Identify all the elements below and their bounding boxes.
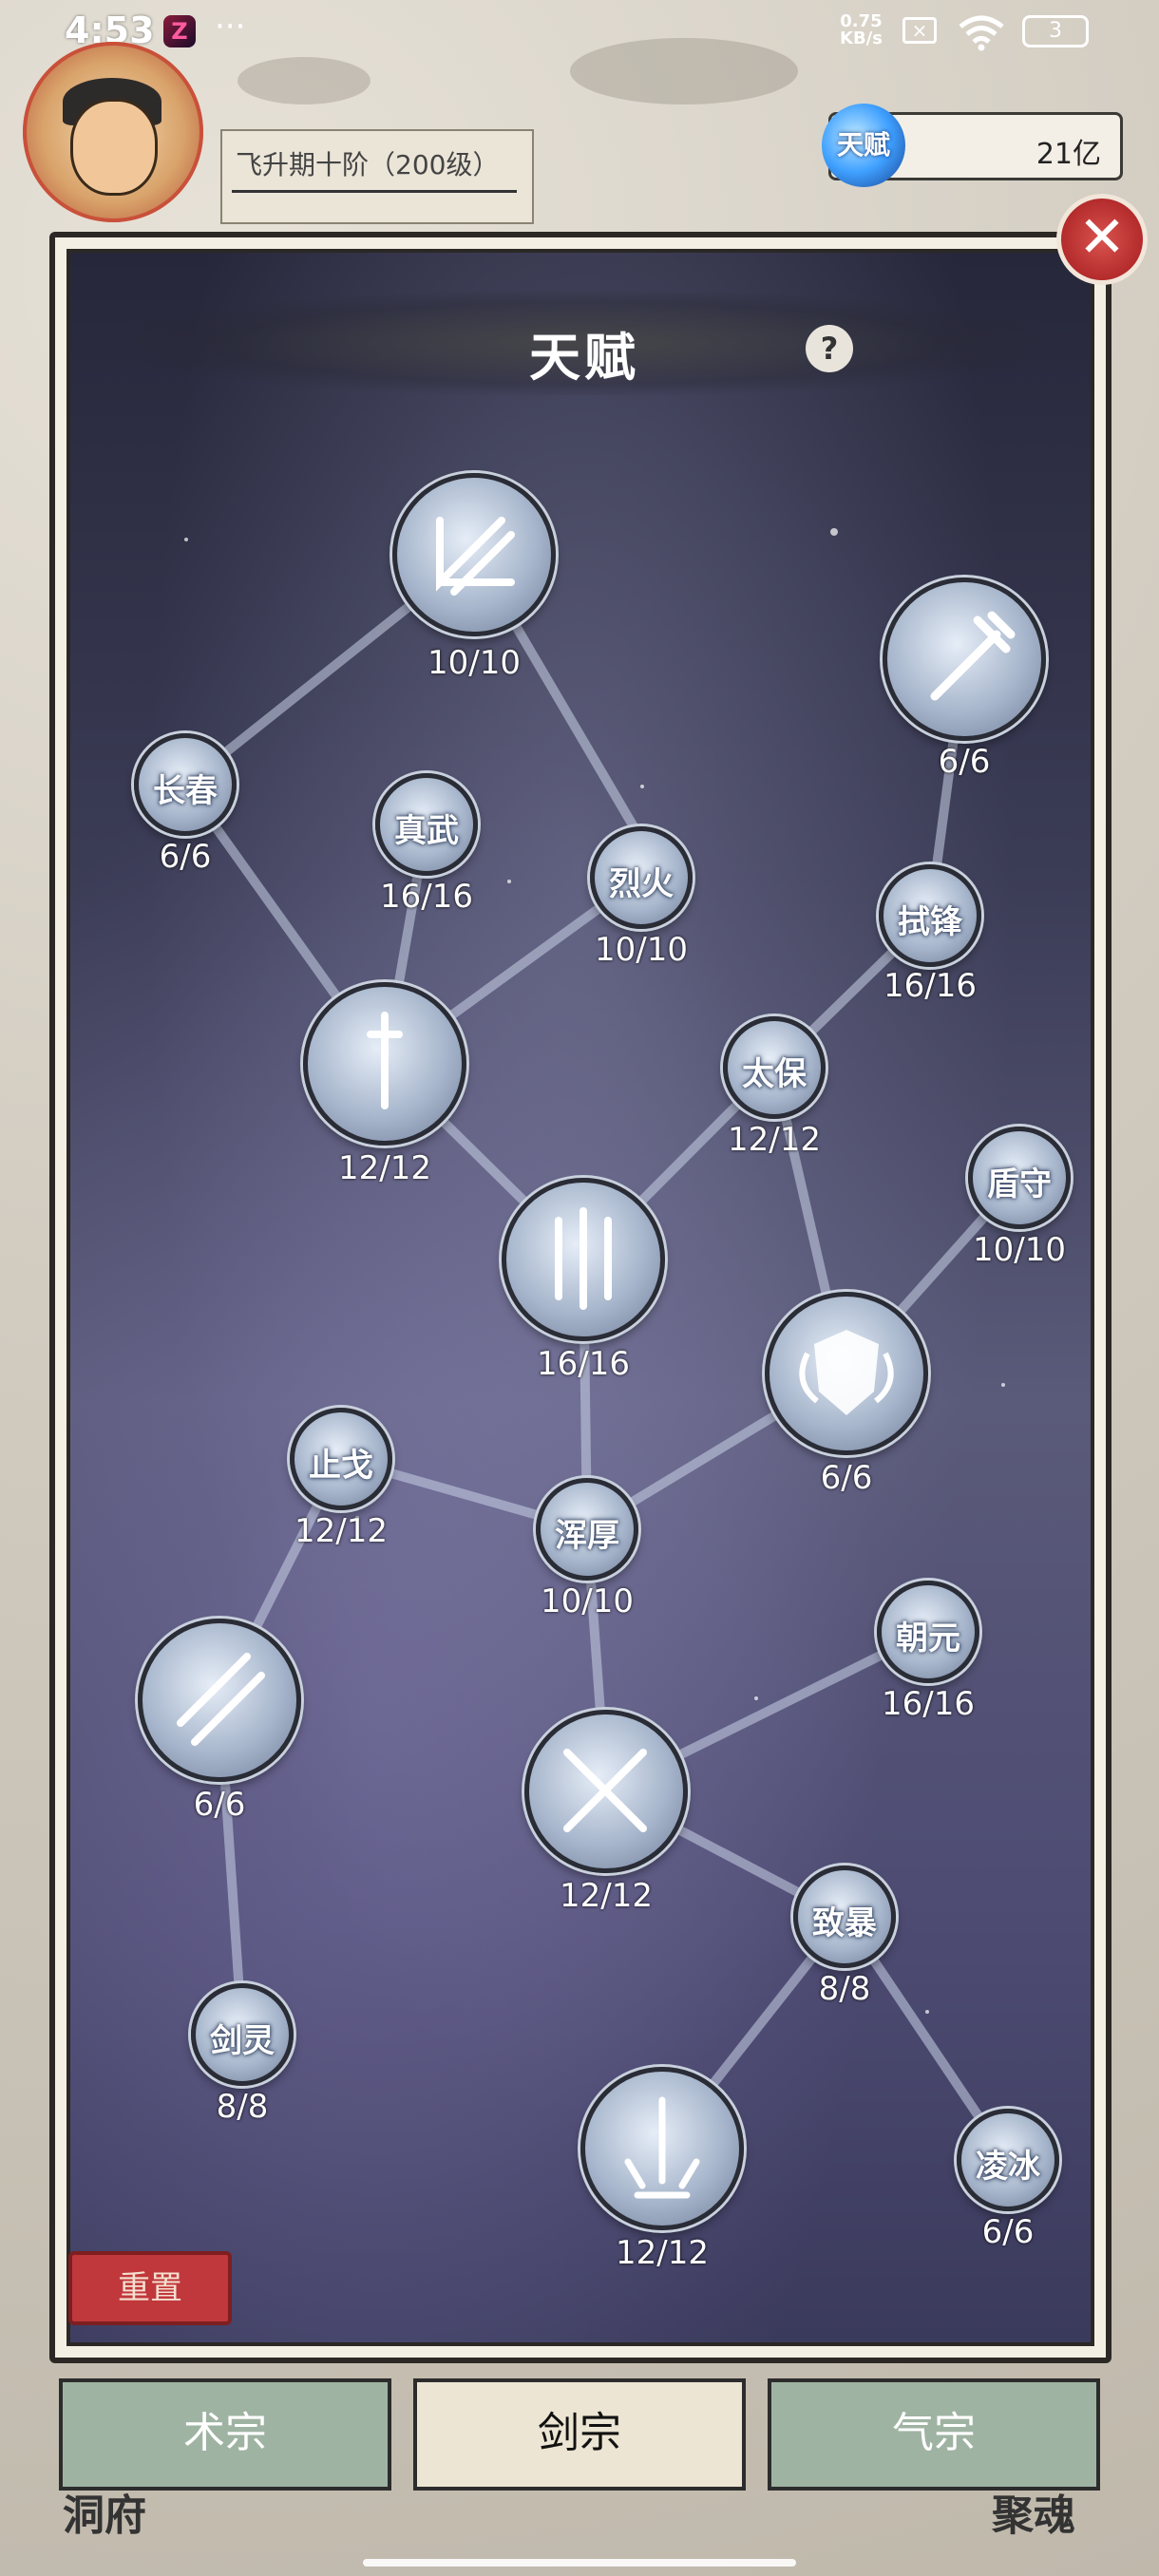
wifi-icon [959,15,1004,51]
tab-shuzong[interactable]: 术宗 [59,2378,391,2491]
rank-plate: 飞升期十阶（200级） [220,129,534,224]
talent-node-label: 致暴 [812,1904,877,1942]
talent-count: 16/16 [882,1685,975,1723]
talent-node-label: 长春 [153,772,218,810]
talent-node-changchun[interactable]: 长春 [134,733,237,836]
talent-node-lingbing[interactable]: 凌冰 [957,2109,1059,2211]
talent-count: 12/12 [728,1121,821,1159]
talent-count: 6/6 [820,1459,873,1497]
talent-count: 10/10 [973,1231,1066,1269]
single-sword-icon [367,1012,403,1109]
talent-count: 16/16 [884,967,977,1005]
talent-panel-starfield: 天赋 ? 10/10 6/6 长春 6/6 真武 16/16 烈火 10/10 … [66,249,1094,2346]
talent-node-zhibao[interactable]: 致暴 [793,1866,896,1968]
battery-indicator: 3 [1022,15,1089,47]
talent-count: 10/10 [541,1582,634,1620]
talent-node-crossed-swords[interactable] [524,1710,688,1873]
talent-node-twin-swords[interactable] [138,1619,301,1782]
talent-node-jianling[interactable]: 剑灵 [191,1983,294,2086]
talent-count: 6/6 [193,1786,246,1824]
talent-node-label: 烈火 [609,865,674,903]
talent-node-triple-swords[interactable] [502,1178,665,1341]
talent-count: 6/6 [981,2213,1035,2251]
talent-node-label: 止戈 [309,1447,373,1485]
talent-count: 12/12 [294,1512,388,1550]
twin-swords-icon [177,1653,265,1746]
talent-node-taibao[interactable]: 太保 [723,1016,826,1119]
talent-node-sword-burst[interactable] [580,2067,744,2230]
talent-node-label: 浑厚 [555,1517,619,1555]
spear-icon [930,611,1016,701]
crossed-swords-icon [563,1749,647,1832]
talent-count: 12/12 [338,1149,431,1187]
sect-tabbar: 洞府 聚魂 术宗 剑宗 气宗 [0,2350,1159,2576]
talent-node-top[interactable] [392,473,556,636]
talent-node-zhenwu[interactable]: 真武 [375,773,478,876]
talent-count: 6/6 [938,743,991,781]
talent-count: 16/16 [380,878,473,916]
talent-node-label: 太保 [742,1055,807,1093]
talent-node-dunshou[interactable]: 盾守 [968,1127,1071,1229]
talent-count: 12/12 [560,1877,653,1915]
slash-swords-icon [436,517,515,596]
talent-node-label: 凌冰 [976,2148,1040,2186]
talent-count: 16/16 [537,1345,630,1383]
sword-burst-icon [624,2096,700,2199]
close-button[interactable]: ✕ [1056,194,1148,285]
talent-node-sword[interactable] [303,982,466,1146]
player-avatar[interactable] [23,42,203,222]
tab-qizong[interactable]: 气宗 [768,2378,1100,2491]
talent-count: 12/12 [616,2234,709,2272]
reset-button[interactable]: 重置 [68,2251,232,2325]
status-bar: 4:53 Z ··· 0.75 KB/s × 3 [0,0,1159,63]
talent-node-weapon[interactable] [883,578,1046,741]
avatar-face [70,99,158,196]
talent-node-label: 真武 [394,812,459,850]
talent-node-label: 剑灵 [210,2022,275,2060]
talent-node-label: 朝元 [896,1619,960,1657]
talent-node-hunhou[interactable]: 浑厚 [536,1478,638,1581]
talent-count: 10/10 [595,931,688,969]
more-notifications-icon: ··· [215,8,246,46]
talent-gem-icon: 天赋 [822,104,905,187]
talent-node-label: 盾守 [987,1165,1052,1203]
winged-shield-icon [799,1330,894,1415]
talent-count: 8/8 [818,1970,871,2008]
home-indicator[interactable] [363,2559,796,2567]
talent-node-shifeng[interactable]: 拭锋 [879,864,981,967]
app-notification-icon: Z [163,15,196,47]
tab-jianzong[interactable]: 剑宗 [413,2378,746,2491]
talent-node-label: 拭锋 [898,903,962,941]
talent-panel: 天赋 ? 10/10 6/6 长春 6/6 真武 16/16 烈火 10/10 … [49,232,1112,2363]
talent-count: 10/10 [428,644,521,682]
talent-node-shield[interactable] [765,1292,928,1455]
talent-count: 6/6 [159,838,212,876]
talent-points-value: 21亿 [1036,138,1101,171]
talent-count: 8/8 [216,2088,269,2126]
network-speed: 0.75 KB/s [840,11,883,48]
talent-node-liehuo[interactable]: 烈火 [590,826,693,929]
background-decoration [238,57,370,104]
triple-swords-icon [555,1207,612,1310]
talent-node-zhige[interactable]: 止戈 [290,1408,392,1510]
rank-text: 飞升期十阶（200级） [236,149,500,180]
talent-points-display: 天赋 21亿 [822,104,1123,187]
no-sim-icon: × [902,17,937,44]
rank-underline [232,190,517,193]
talent-node-chaoyuan[interactable]: 朝元 [877,1581,979,1683]
